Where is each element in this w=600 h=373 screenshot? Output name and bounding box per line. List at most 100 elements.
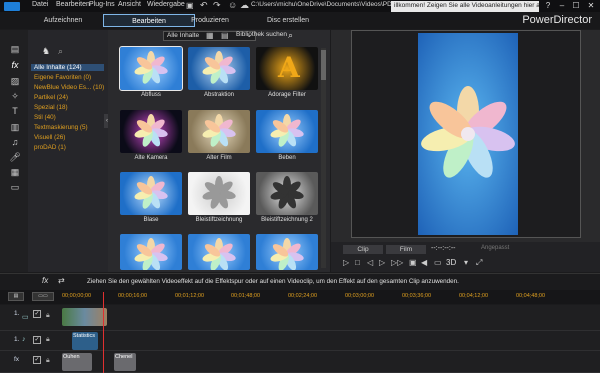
effects-room-icon[interactable]: fx bbox=[8, 60, 22, 72]
effect-thumbnail[interactable] bbox=[119, 46, 183, 91]
prev-frame-icon[interactable]: ◁ bbox=[367, 258, 373, 267]
voiceover-icon[interactable]: 🎤︎ bbox=[8, 152, 22, 164]
effect-thumbnail[interactable] bbox=[256, 110, 318, 153]
menu-ansicht[interactable]: Ansicht bbox=[118, 1, 141, 8]
storyboard-icon[interactable]: ▭▭ bbox=[32, 292, 54, 301]
redo-icon[interactable]: ↷ bbox=[213, 0, 221, 11]
audio-clip[interactable]: Statistics bbox=[72, 332, 98, 350]
fullscreen-icon[interactable]: ⤢ bbox=[476, 258, 482, 268]
favorite-icon[interactable]: ♞ bbox=[42, 46, 50, 57]
menu-wiedergabe[interactable]: Wiedergabe bbox=[147, 1, 185, 8]
pip-room-icon[interactable]: ▨ bbox=[8, 76, 22, 88]
effect-label: Bleistiftzeichnung bbox=[195, 217, 243, 223]
mode-3d-toggle[interactable]: 3D bbox=[446, 258, 456, 267]
flower-icon bbox=[134, 51, 168, 84]
category-textmaskierung[interactable]: Textmaskierung (5) bbox=[34, 124, 88, 131]
category-stil[interactable]: Stil (40) bbox=[34, 114, 56, 121]
maximize-button[interactable]: ☐ bbox=[569, 0, 583, 11]
playhead[interactable] bbox=[103, 292, 104, 373]
lock-icon[interactable]: 🔒︎ bbox=[46, 336, 50, 344]
filter-icon[interactable]: ⌕ bbox=[58, 46, 63, 57]
mode-bar: Aufzeichnen Bearbeiten Produzieren Disc … bbox=[0, 12, 600, 29]
audio-mix-icon[interactable]: ♫ bbox=[8, 137, 22, 149]
track-label: fx bbox=[14, 356, 20, 363]
hint-bar: fx ⇄ Ziehen Sie den gewählten Videoeffek… bbox=[0, 273, 600, 289]
effect-clip[interactable]: Ouhen bbox=[62, 353, 92, 371]
next-frame-icon[interactable]: ▷ bbox=[379, 258, 385, 267]
transition-room-icon[interactable]: ▥ bbox=[8, 122, 22, 134]
effect-clip[interactable]: Chenel bbox=[114, 353, 136, 371]
display-icon[interactable]: ▭ bbox=[434, 258, 442, 267]
preview-panel bbox=[331, 30, 600, 242]
skip-icon[interactable]: ▷▷ bbox=[391, 258, 403, 267]
cloud-icon[interactable]: ☁ bbox=[240, 0, 249, 11]
lock-icon[interactable]: 🔒︎ bbox=[46, 312, 50, 320]
menu-bearbeiten[interactable]: Bearbeiten bbox=[56, 1, 90, 8]
grid-view-icon[interactable]: ▦ bbox=[206, 31, 214, 40]
fx-track-icon[interactable]: ⇄ bbox=[58, 276, 65, 285]
effect-thumbnail[interactable] bbox=[188, 47, 250, 90]
effect-thumbnail[interactable] bbox=[120, 172, 182, 215]
particle-room-icon[interactable]: ✧ bbox=[8, 91, 22, 103]
play-icon[interactable]: ▷ bbox=[343, 258, 349, 267]
tab-produzieren[interactable]: Produzieren bbox=[175, 14, 245, 27]
film-mode-button[interactable]: Film bbox=[386, 245, 426, 254]
list-view-icon[interactable]: ▤ bbox=[221, 31, 229, 40]
video-clip[interactable] bbox=[62, 308, 107, 326]
category-prodad[interactable]: proDAD (1) bbox=[34, 144, 66, 151]
tab-disc-erstellen[interactable]: Disc erstellen bbox=[248, 14, 328, 27]
user-icon[interactable]: ☺ bbox=[228, 0, 237, 10]
effect-label: Adorage Filter bbox=[268, 92, 306, 98]
search-icon[interactable]: ⌕ bbox=[288, 30, 293, 41]
brand-title: PowerDirector bbox=[522, 14, 592, 26]
title-room-icon[interactable]: T bbox=[8, 106, 22, 118]
clip-mode-button[interactable]: Clip bbox=[343, 245, 383, 254]
effect-label: Beben bbox=[278, 155, 296, 161]
effect-thumbnail[interactable] bbox=[188, 110, 250, 153]
effect-thumbnail[interactable]: A bbox=[256, 47, 318, 90]
grid-scrollbar[interactable] bbox=[321, 48, 326, 268]
video-track-1: 1. ▭ ✓ 🔒︎ bbox=[0, 305, 600, 331]
ruler-tick: 00;03;00;00 bbox=[345, 293, 375, 299]
minimize-button[interactable]: – bbox=[555, 0, 569, 11]
save-icon[interactable]: ▣ bbox=[186, 1, 194, 10]
lock-icon[interactable]: 🔒︎ bbox=[46, 357, 50, 365]
media-room-icon[interactable]: ▤ bbox=[8, 44, 22, 56]
category-all[interactable]: Alle Inhalte (124) bbox=[31, 64, 104, 71]
effect-thumbnail[interactable] bbox=[188, 172, 250, 215]
category-favorites[interactable]: Eigene Favoriten (0) bbox=[34, 74, 91, 81]
aspect-select[interactable]: Angepasst bbox=[481, 245, 509, 251]
stop-icon[interactable]: □ bbox=[355, 258, 360, 267]
category-newblue[interactable]: NewBlue Video Es... (10) bbox=[34, 84, 104, 91]
flower-icon bbox=[202, 114, 236, 147]
audio-track-icon: ♪ bbox=[22, 336, 26, 343]
fx-add-icon[interactable]: fx bbox=[42, 276, 48, 285]
help-icon[interactable]: ? bbox=[541, 0, 555, 11]
snapshot-icon[interactable]: ▣ bbox=[409, 258, 417, 267]
category-visuell[interactable]: Visuell (26) bbox=[34, 134, 65, 141]
effect-thumbnail[interactable] bbox=[256, 234, 318, 270]
track-enable-checkbox[interactable]: ✓ bbox=[33, 356, 41, 364]
tab-aufzeichnen[interactable]: Aufzeichnen bbox=[28, 14, 98, 27]
chevron-down-icon[interactable]: ▾ bbox=[464, 258, 468, 267]
effect-thumbnail[interactable] bbox=[120, 110, 182, 153]
undo-icon[interactable]: ↶ bbox=[200, 0, 208, 11]
notification-banner[interactable]: illkommen! Zeigen Sie alle Videoanleitun… bbox=[391, 1, 539, 12]
category-spezial[interactable]: Spezial (18) bbox=[34, 104, 68, 111]
effect-label: Alte Kamera bbox=[134, 155, 168, 161]
track-view-icon[interactable]: ▤ bbox=[8, 292, 24, 301]
effect-thumbnail[interactable] bbox=[256, 172, 318, 215]
preview-screen bbox=[351, 30, 581, 238]
track-enable-checkbox[interactable]: ✓ bbox=[33, 310, 41, 318]
chapter-room-icon[interactable]: ▦ bbox=[8, 167, 22, 179]
library-search-input[interactable]: Bibliothek suchen bbox=[236, 31, 287, 38]
menu-plugins[interactable]: Plug-Ins bbox=[89, 1, 115, 8]
category-partikel[interactable]: Partikel (24) bbox=[34, 94, 68, 101]
subtitle-room-icon[interactable]: ▭ bbox=[8, 182, 22, 194]
track-enable-checkbox[interactable]: ✓ bbox=[33, 336, 41, 344]
volume-icon[interactable]: ◀︎ bbox=[421, 258, 427, 267]
close-button[interactable]: ✕ bbox=[584, 0, 598, 11]
menu-datei[interactable]: Datei bbox=[32, 1, 48, 8]
effect-thumbnail[interactable] bbox=[188, 234, 250, 270]
effect-thumbnail[interactable] bbox=[120, 234, 182, 270]
